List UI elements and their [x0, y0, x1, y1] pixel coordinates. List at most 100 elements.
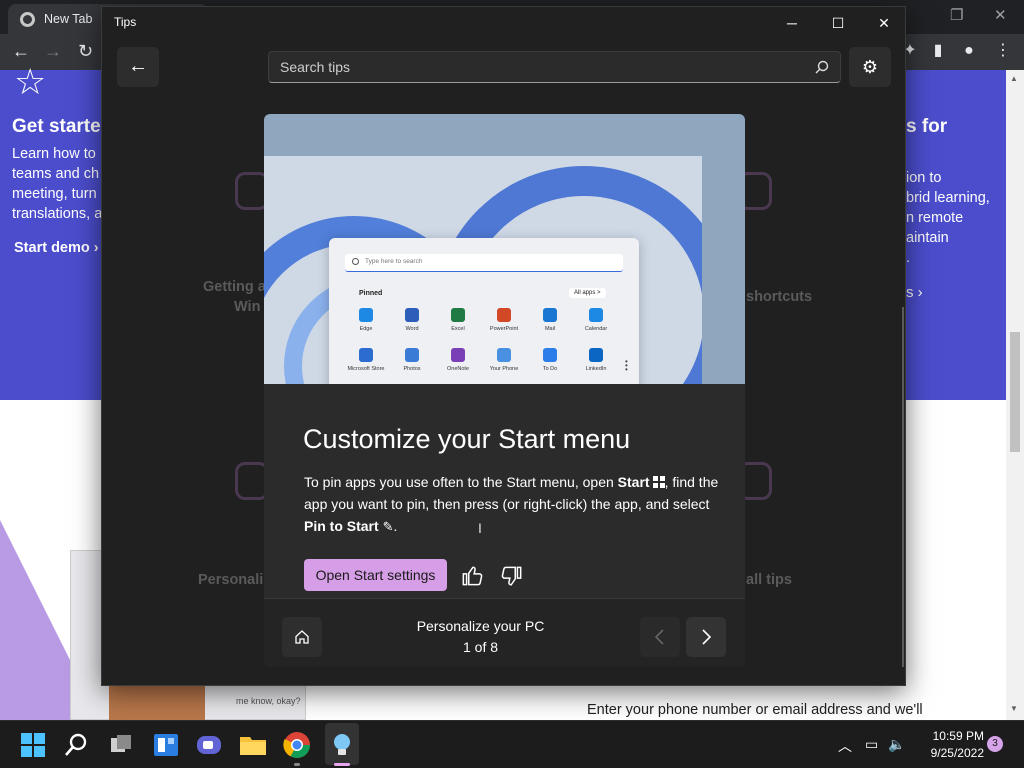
chrome-close-icon[interactable]: ✕ [994, 6, 1007, 24]
tip-category: Personalize your PC [416, 618, 545, 634]
app-label: Word [405, 326, 419, 332]
pinned-app-tile: Microsoft Store [343, 348, 389, 372]
app-label: Mail [544, 326, 556, 332]
app-icon [451, 308, 465, 322]
promo-heading-left: Get starte [12, 116, 101, 137]
pinned-app-tile: Your Phone [481, 348, 527, 372]
windows-start-icon[interactable] [17, 729, 49, 761]
network-icon[interactable]: ▭ [865, 736, 878, 753]
tip-counter: 1 of 8 [462, 639, 499, 655]
file-explorer-icon[interactable] [237, 729, 269, 761]
start-demo-link[interactable]: Start demo › [14, 240, 99, 256]
text-cursor-icon: I [478, 520, 482, 536]
teams-chat-icon[interactable] [193, 729, 225, 761]
app-label: Microsoft Store [347, 366, 385, 372]
page-scrollbar[interactable]: ▲ ▼ [1006, 70, 1024, 720]
search-input[interactable]: Search tips [268, 51, 841, 83]
app-label: Edge [359, 326, 373, 332]
app-label: Photos [403, 366, 421, 372]
widgets-icon[interactable] [150, 729, 182, 761]
pinned-app-tile: Edge [343, 308, 389, 332]
tips-window: Tips ─ ☐ ✕ ← Search tips ⚙ Getting a Win… [101, 6, 906, 686]
scroll-up-icon[interactable]: ▲ [1010, 74, 1018, 83]
settings-button[interactable]: ⚙ [849, 47, 891, 87]
scrollbar-thumb[interactable] [1010, 332, 1020, 452]
tip-card-footer: Personalize your PC 1 of 8 [264, 599, 745, 667]
promo-desc-line: meeting, turn [12, 186, 97, 202]
app-icon [589, 348, 603, 362]
tile-label: all tips [746, 572, 792, 588]
chrome-restore-icon[interactable]: ❐ [950, 6, 963, 24]
app-icon [359, 308, 373, 322]
close-button[interactable]: ✕ [861, 7, 907, 39]
app-icon [497, 348, 511, 362]
windows-logo-icon [652, 476, 665, 488]
chevron-up-icon[interactable]: ︿ [838, 736, 852, 756]
pinned-label: Pinned [359, 290, 383, 297]
app-icon [589, 308, 603, 322]
app-label: Calendar [584, 326, 608, 332]
tip-title: Customize your Start menu [303, 424, 631, 454]
more-dots-icon: • • • [625, 357, 628, 374]
app-label: Excel [451, 326, 465, 332]
pinned-app-tile: To Do [527, 348, 573, 372]
app-icon [543, 348, 557, 362]
maximize-button[interactable]: ☐ [815, 7, 861, 39]
tips-scrollbar[interactable] [902, 307, 904, 667]
chrome-reload-icon[interactable]: ↻ [78, 40, 93, 62]
notification-badge[interactable]: 3 [987, 736, 1003, 752]
back-button[interactable]: ← [117, 47, 159, 87]
app-icon [497, 308, 511, 322]
pinned-app-tile: LinkedIn [573, 348, 619, 372]
tile-label: Personali [198, 572, 264, 588]
side-panel-icon[interactable]: ▮ [929, 42, 947, 60]
app-label: PowerPoint [489, 326, 519, 332]
app-label: To Do [542, 366, 558, 372]
gear-icon: ⚙ [861, 57, 879, 77]
profile-icon[interactable]: ● [960, 42, 978, 60]
clock-date[interactable]: 9/25/2022 [918, 746, 984, 760]
scroll-down-icon[interactable]: ▼ [1010, 704, 1018, 713]
pinned-app-tile: OneNote [435, 348, 481, 372]
tip-body-text: To pin apps you use often to the Start m… [304, 474, 618, 490]
next-tip-button[interactable] [686, 617, 726, 657]
promo-link-right-label: s [906, 284, 914, 301]
tile-label: shortcuts [746, 289, 813, 305]
previous-tip-button[interactable] [640, 617, 680, 657]
chrome-icon[interactable] [281, 729, 313, 761]
all-apps-label: All apps > [569, 288, 606, 298]
promo-desc-line: translations, a [12, 206, 103, 222]
promo-desc-line: brid learning, [906, 190, 990, 206]
thumbs-down-icon[interactable] [499, 563, 525, 589]
promo-link-right[interactable]: s › [906, 284, 923, 301]
open-start-settings-button[interactable]: Open Start settings [304, 559, 447, 591]
search-icon[interactable] [814, 59, 830, 75]
search-icon[interactable] [60, 729, 92, 761]
tip-hero-image: Type here to search Pinned All apps > Ed… [264, 114, 745, 384]
clock-time[interactable]: 10:59 PM [932, 729, 984, 743]
chrome-icon [20, 12, 35, 27]
chrome-forward-icon[interactable]: → [44, 40, 62, 62]
tips-icon[interactable] [326, 729, 358, 761]
volume-icon[interactable]: 🔈 [888, 736, 905, 753]
chevron-right-icon [702, 629, 712, 645]
active-indicator [334, 763, 350, 766]
chrome-back-icon[interactable]: ← [12, 40, 30, 62]
start-search-text: Type here to search [365, 258, 423, 265]
promo-desc-left: Learn how to teams and ch meeting, turn … [12, 144, 104, 224]
pinned-app-tile: Calendar [573, 308, 619, 332]
chevron-right-icon: › [917, 284, 923, 301]
tip-body-start: Start [617, 474, 650, 490]
pin-icon: ✎ [382, 519, 394, 534]
tile-label: Getting a [203, 279, 266, 295]
chrome-menu-icon[interactable]: ⋮ [994, 42, 1012, 60]
running-indicator [294, 763, 300, 766]
app-label: LinkedIn [585, 366, 607, 372]
tip-body: To pin apps you use often to the Start m… [304, 471, 724, 538]
chevron-left-icon [654, 629, 664, 645]
app-icon [543, 308, 557, 322]
thumbs-up-icon[interactable] [459, 563, 485, 589]
arrow-left-icon: ← [128, 55, 148, 77]
minimize-button[interactable]: ─ [769, 7, 815, 39]
task-view-icon[interactable] [105, 729, 137, 761]
